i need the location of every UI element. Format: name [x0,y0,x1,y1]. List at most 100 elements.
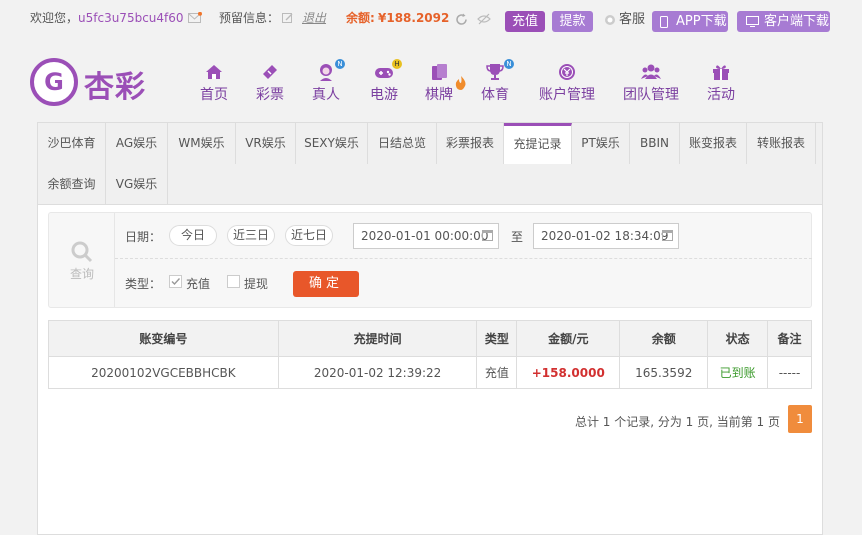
logo-text: 杏彩 [84,70,146,105]
phone-icon [660,16,668,28]
tab-vr[interactable]: VR娱乐 [236,123,296,164]
pagination-info: 总计 1 个记录, 分为 1 页, 当前第 1 页 [574,415,780,429]
tab-saba-sports[interactable]: 沙巴体育 [38,123,106,164]
mail-icon[interactable] [188,11,202,26]
search-icon [71,241,93,263]
edit-icon[interactable] [282,12,296,26]
coin-icon [559,64,575,80]
new-badge: N [335,59,345,69]
type-label: 类型： [125,277,162,291]
client-download-label: 客户端下载 [764,14,830,29]
date-to-input[interactable]: 2020-01-02 18:34:09 [533,223,679,249]
record-time: 2020-01-02 12:39:22 [277,356,478,389]
today-button[interactable]: 今日 [169,225,217,246]
date-label: 日期： [125,230,162,244]
hide-eye-icon[interactable] [477,13,491,27]
date-from-input[interactable]: 2020-01-01 00:00:00 [353,223,499,249]
date-from-value: 2020-01-01 00:00:00 [361,229,489,243]
site-logo[interactable]: G 杏彩 [30,58,155,108]
tab-daily-summary[interactable]: 日结总览 [368,123,437,164]
nav-label: 首页 [200,87,228,103]
withdraw-button[interactable]: 提款 [552,11,593,32]
nav-promotions[interactable]: 活动 [707,62,735,104]
tab-bbin[interactable]: BBIN [630,123,680,164]
tab-account-change-report[interactable]: 账变报表 [680,123,747,164]
record-type: 充值 [476,356,518,389]
deposit-option-label: 充值 [186,277,211,291]
check-icon [171,278,181,286]
last-3-days-button[interactable]: 近三日 [227,225,275,246]
nav-label: 团队管理 [623,87,679,103]
col-header: 状态 [707,320,769,357]
balance-value: ¥188.2092 [378,11,450,25]
tab-sexy[interactable]: SEXY娱乐 [296,123,368,164]
nav-account[interactable]: 账户管理 [539,62,595,104]
content-panel: 沙巴体育 AG娱乐 WM娱乐 VR娱乐 SEXY娱乐 日结总览 彩票报表 充提记… [37,122,823,535]
nav-label: 彩票 [256,87,284,103]
date-row: 日期： 今日 近三日 近七日 2020-01-01 00:00:00 至 202… [115,213,812,259]
tab-vg[interactable]: VG娱乐 [106,164,168,205]
to-label: 至 [511,230,524,244]
nav-label: 棋牌 [425,87,453,103]
nav-slots[interactable]: H 电游 [370,59,402,104]
nav-home[interactable]: 首页 [200,62,228,104]
deposit-checkbox[interactable] [169,275,182,288]
col-header: 类型 [476,320,518,357]
nav-label: 电游 [370,87,398,103]
tab-lottery-report[interactable]: 彩票报表 [437,123,504,164]
nav-team[interactable]: 团队管理 [623,62,679,104]
team-icon [641,64,661,79]
app-download-button[interactable]: APP下载 [652,11,728,32]
logout-link[interactable]: 退出 [302,10,326,26]
hot-badge: H [392,59,402,69]
nav-chess[interactable]: 棋牌 [425,62,466,104]
page-button-current[interactable]: 1 [788,405,812,433]
tab-pt[interactable]: PT娱乐 [572,123,630,164]
col-header: 备注 [767,320,812,357]
gift-icon [713,65,729,80]
date-to-value: 2020-01-02 18:34:09 [541,229,669,243]
confirm-button[interactable]: 确定 [293,271,359,297]
record-note: ----- [767,356,812,389]
query-block: 查询 [49,213,115,307]
app-download-label: APP下载 [676,14,727,29]
tab-wm[interactable]: WM娱乐 [168,123,236,164]
client-download-button[interactable]: 客户端下载 [737,11,830,32]
fire-icon [455,76,466,90]
col-header: 余额 [619,320,709,357]
service-icon[interactable] [604,14,618,28]
monitor-icon [746,16,759,27]
records-table: 账变编号 充提时间 类型 金额/元 余额 状态 备注 20200102VGCEB… [48,320,812,389]
nav-live[interactable]: N 真人 [312,59,345,104]
nav-label: 活动 [707,87,735,103]
refresh-icon[interactable] [455,13,469,27]
dealer-icon [320,64,332,81]
record-id: 20200102VGCEBBHCBK [48,356,279,389]
last-7-days-button[interactable]: 近七日 [285,225,333,246]
username: u5fc3u75bcu4f60 [78,11,184,25]
report-tabs: 沙巴体育 AG娱乐 WM娱乐 VR娱乐 SEXY娱乐 日结总览 彩票报表 充提记… [38,123,822,205]
new-badge: N [504,59,514,69]
withdraw-option-label: 提现 [244,277,269,291]
col-header: 充提时间 [277,320,478,357]
col-header: 账变编号 [48,320,279,357]
cards-icon [432,64,447,80]
welcome-text: 欢迎您， [30,11,79,25]
deposit-button[interactable]: 充值 [505,11,545,32]
withdraw-checkbox[interactable] [227,275,240,288]
table-row: 20200102VGCEBBHCBK 2020-01-02 12:39:22 充… [48,356,812,389]
logo-mark: G [30,58,78,106]
table-header-row: 账变编号 充提时间 类型 金额/元 余额 状态 备注 [48,320,812,357]
balance-label: 余额: [346,11,375,25]
service-link[interactable]: 客服 [619,12,645,28]
nav-lottery[interactable]: 彩票 [256,62,284,104]
nav-label: 体育 [481,87,509,103]
tab-transfer-report[interactable]: 转账报表 [747,123,816,164]
tab-deposit-withdraw-records[interactable]: 充提记录 [504,123,572,164]
tab-balance-query[interactable]: 余额查询 [38,164,106,205]
nav-sports[interactable]: N 体育 [481,59,514,104]
tab-ag[interactable]: AG娱乐 [106,123,168,164]
nav-label: 账户管理 [539,87,595,103]
record-amount: +158.0000 [516,356,621,389]
record-status: 已到账 [707,356,769,389]
